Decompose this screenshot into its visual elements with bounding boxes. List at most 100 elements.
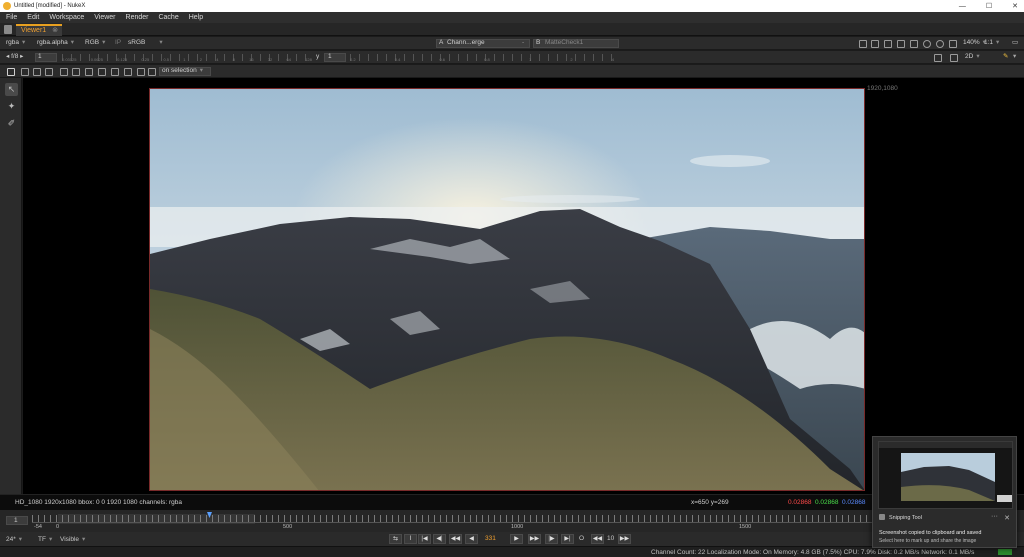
loop-toggle[interactable]: O [579, 535, 584, 542]
status-text: Channel Count: 22 Localization Mode: On … [651, 549, 975, 556]
timeline-label: 500 [283, 524, 293, 530]
status-bar: Channel Count: 22 Localization Mode: On … [0, 546, 1024, 557]
lut-dropdown[interactable]: sRGB ▾ [128, 37, 163, 49]
toast-close-button[interactable]: ✕ [1004, 514, 1010, 522]
toast-submessage: Select here to mark up and share the ima… [879, 538, 977, 544]
alpha-dropdown[interactable]: rgba.alpha ▾ [37, 37, 74, 49]
menu-edit[interactable]: Edit [27, 14, 39, 21]
paint-tool-icon[interactable]: ✦ [5, 100, 18, 113]
green-value: 0.02868 [815, 499, 839, 506]
menu-bar: File Edit Workspace Viewer Render Cache … [0, 12, 1024, 23]
downscale-icon[interactable] [884, 40, 892, 48]
overlay-icon[interactable] [897, 40, 905, 48]
screenshot-thumbnail[interactable] [878, 441, 1013, 509]
visible-dropdown[interactable]: Visible ▾ [60, 535, 85, 543]
menu-help[interactable]: Help [189, 14, 203, 21]
snipping-tool-notification[interactable]: Snipping Tool ··· ✕ Screenshot copied to… [872, 436, 1017, 548]
play-forward-fast-button[interactable]: ▶▶ [528, 534, 541, 544]
stop-icon[interactable] [936, 40, 944, 48]
timeline-label: 1500 [739, 524, 752, 530]
prev-keyframe-button[interactable]: ◀| [433, 534, 446, 544]
minimize-button[interactable]: — [959, 3, 966, 10]
window-title: Untitled [modified] - NukeX [14, 3, 86, 9]
points-icon[interactable] [45, 68, 53, 76]
pane-menu-icon[interactable] [4, 25, 12, 34]
bbox-icon[interactable] [60, 68, 68, 76]
bezier-tool-icon[interactable]: ✐ [5, 117, 18, 130]
transport-bar: 24* ▾ TF ▾ Visible ▾ ⇆ I |◀ ◀| ◀◀ ◀ 331 ▶ ▶… [0, 532, 1024, 546]
maximize-button[interactable]: ☐ [986, 2, 992, 10]
ripple-icon[interactable] [85, 68, 93, 76]
menu-file[interactable]: File [6, 14, 17, 21]
timeline-ruler[interactable] [32, 515, 874, 523]
input-a-prefix: A [439, 39, 444, 46]
feather-icon[interactable] [98, 68, 106, 76]
display-dropdown[interactable]: RGB ▾ [85, 37, 105, 49]
menu-cache[interactable]: Cache [158, 14, 178, 21]
proxy-icon[interactable] [871, 40, 879, 48]
pause-icon[interactable] [949, 40, 957, 48]
menu-workspace[interactable]: Workspace [49, 14, 84, 21]
paint-brush-icon[interactable]: ✎ [1003, 51, 1008, 63]
mask-icon[interactable] [910, 40, 918, 48]
pixel-coords: x=650 y=269 [691, 499, 729, 506]
fullscreen-icon[interactable]: ▭ [1012, 37, 1018, 49]
label-points-icon[interactable] [137, 68, 145, 76]
network-meter [998, 549, 1012, 555]
hide-icon[interactable] [148, 68, 156, 76]
tab-label: Viewer1 [21, 27, 47, 34]
menu-render[interactable]: Render [126, 14, 149, 21]
playback-range-icon[interactable]: ⇆ [389, 534, 402, 544]
input-b-dropdown[interactable]: MatteCheck1 [545, 37, 583, 49]
refresh-icon[interactable] [923, 40, 931, 48]
toast-message: Screenshot copied to clipboard and saved [879, 530, 982, 536]
play-forward-button[interactable]: ▶ [510, 534, 523, 544]
lock-icon[interactable] [124, 68, 132, 76]
zoom-dropdown[interactable]: 140% ▾ [963, 37, 986, 49]
close-window-button[interactable]: ✕ [1012, 2, 1018, 10]
timeline: 1 -54 0 500 1000 1500 [0, 510, 1024, 532]
step-back-icon[interactable]: ◀◀ [591, 534, 604, 544]
roi-icon[interactable] [859, 40, 867, 48]
play-reverse-button[interactable]: ◀ [465, 534, 478, 544]
composite-mode-dropdown[interactable]: - [522, 37, 524, 49]
settings-icon[interactable] [7, 68, 15, 76]
play-reverse-fast-button[interactable]: ◀◀ [449, 534, 462, 544]
selection-mode-dropdown[interactable]: on selection ▾ [162, 65, 203, 77]
next-keyframe-button[interactable]: |▶ [545, 534, 558, 544]
frame-step-field[interactable]: 10 [607, 535, 614, 542]
blue-value: 0.02868 [842, 499, 866, 506]
fstop-dropdown[interactable]: ◂ f/8 ▸ [6, 51, 23, 63]
current-frame[interactable]: 331 [485, 535, 496, 542]
viewer-image[interactable] [149, 88, 865, 491]
gain-value: 1 [38, 53, 42, 60]
more-icon[interactable]: ▾ [1013, 51, 1016, 63]
fps-dropdown[interactable]: 24* ▾ [6, 535, 22, 543]
timeline-label: -54 [34, 524, 42, 530]
view-mode-dropdown[interactable]: 2D ▾ [965, 51, 980, 63]
in-point-icon[interactable]: I [404, 534, 417, 544]
safe-area-icon[interactable] [934, 54, 942, 62]
last-frame-button[interactable]: ▶| [561, 534, 574, 544]
input-a-dropdown[interactable]: Chann...erge [447, 37, 485, 49]
toast-app-name: Snipping Tool [889, 515, 922, 521]
viewer-toolbar: rgba ▾ rgba.alpha ▾ RGB ▾ IP sRGB ▾ A Chann.… [0, 37, 1024, 50]
toast-more-button[interactable]: ··· [991, 513, 998, 520]
transform-icon[interactable] [21, 68, 29, 76]
tab-close-icon[interactable]: ⊗ [52, 26, 58, 36]
first-frame-button[interactable]: |◀ [418, 534, 431, 544]
input-process-toggle[interactable]: IP [115, 37, 121, 49]
menu-viewer[interactable]: Viewer [94, 14, 115, 21]
channels-dropdown[interactable]: rgba ▾ [6, 37, 25, 49]
wipe-icon[interactable] [950, 54, 958, 62]
tf-dropdown[interactable]: TF ▾ [38, 535, 52, 543]
step-forward-icon[interactable]: ▶▶ [618, 534, 631, 544]
ratio-dropdown[interactable]: 1:1 ▾ [984, 37, 999, 49]
red-value: 0.02868 [788, 499, 812, 506]
align-icon[interactable] [72, 68, 80, 76]
link-icon[interactable] [111, 68, 119, 76]
nuke-logo-icon [3, 2, 11, 10]
select-tool-icon[interactable]: ↖ [5, 83, 18, 96]
tab-viewer1[interactable]: Viewer1 ⊗ [16, 24, 62, 36]
select-all-icon[interactable] [33, 68, 41, 76]
